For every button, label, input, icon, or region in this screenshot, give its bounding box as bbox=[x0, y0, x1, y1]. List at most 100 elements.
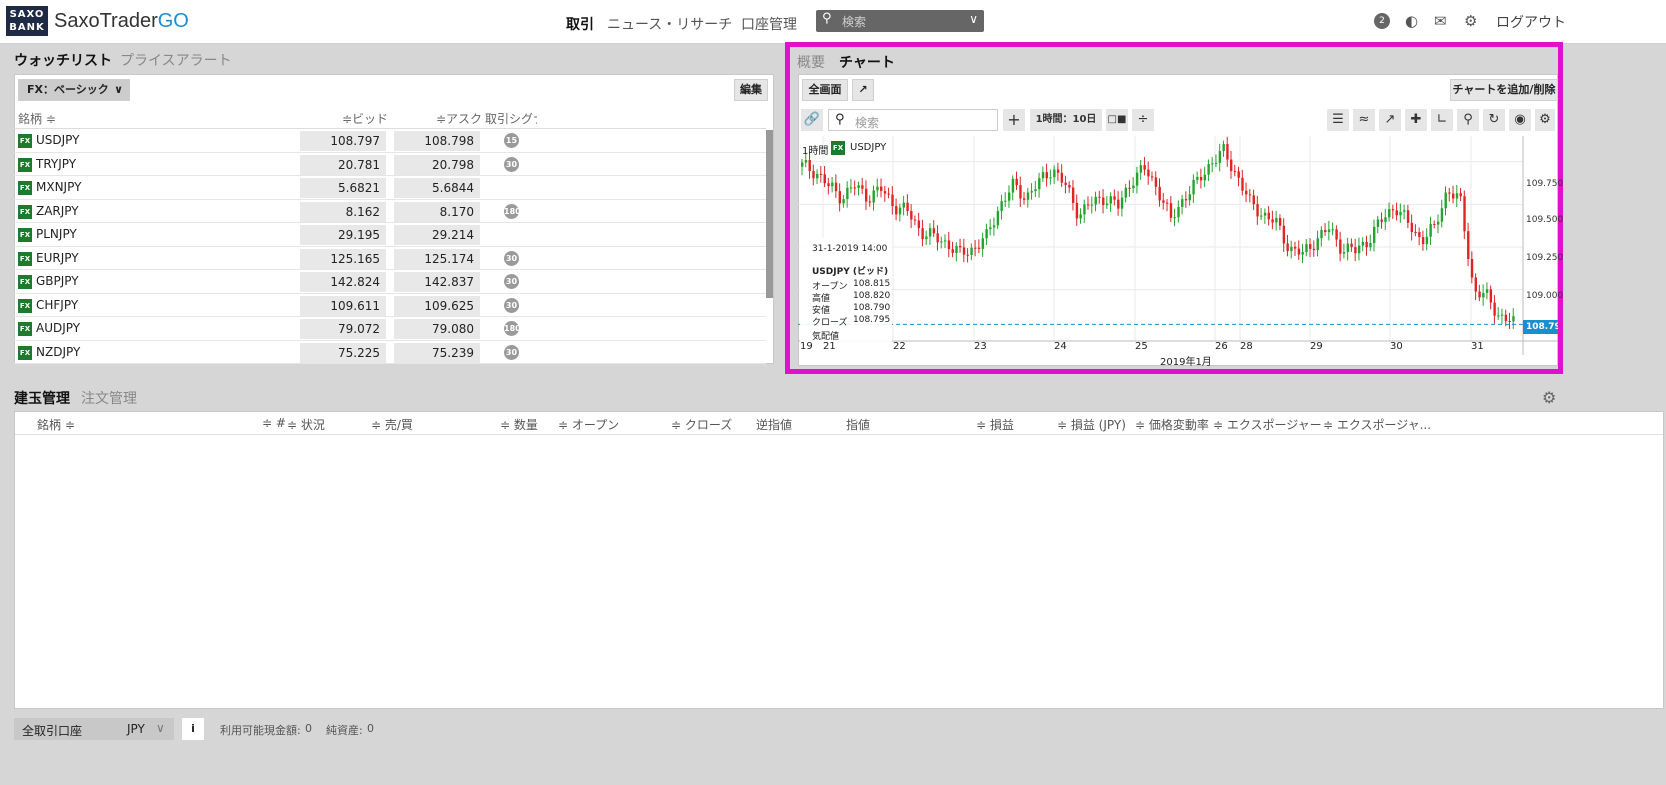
watchlist-row[interactable]: FX EURJPY 125.165 125.174 30 bbox=[14, 247, 766, 270]
col-status[interactable]: ≑ 状況 bbox=[287, 416, 325, 433]
nav-news[interactable]: ニュース・リサーチ bbox=[607, 14, 732, 34]
col-signal[interactable]: 取引シグナル bbox=[485, 110, 537, 127]
col-bid[interactable]: ≑ビッド bbox=[342, 110, 388, 127]
camera-icon[interactable]: ◉ bbox=[1509, 109, 1531, 131]
candle-body bbox=[872, 190, 875, 203]
row-ask[interactable]: 79.080 bbox=[394, 319, 480, 339]
signal-badge[interactable]: 30 bbox=[504, 250, 519, 266]
row-bid[interactable]: 8.162 bbox=[300, 201, 386, 222]
info-icon[interactable]: i bbox=[182, 718, 204, 740]
candlestick-chart[interactable] bbox=[798, 136, 1558, 366]
row-ask[interactable]: 29.214 bbox=[394, 225, 480, 245]
signal-badge[interactable]: 30 bbox=[504, 297, 519, 313]
row-bid[interactable]: 75.225 bbox=[300, 342, 386, 363]
link-icon[interactable]: 🔗 bbox=[801, 109, 823, 131]
logout-link[interactable]: ログアウト bbox=[1496, 12, 1566, 32]
split-icon[interactable]: ÷ bbox=[1132, 109, 1154, 131]
col-close[interactable]: ≑ クローズ bbox=[671, 416, 732, 433]
candle-body bbox=[1373, 226, 1376, 244]
row-ask[interactable]: 20.798 bbox=[394, 154, 480, 175]
candle-body bbox=[1004, 200, 1007, 202]
watchlist-dropdown[interactable]: FX：ベーシック ∨ bbox=[18, 79, 130, 101]
col-pnl[interactable]: ≑ 損益 bbox=[976, 416, 1014, 433]
chart-type-icon[interactable]: □■ bbox=[1106, 109, 1128, 131]
row-bid[interactable]: 20.781 bbox=[300, 154, 386, 175]
col-ask[interactable]: ≑アスク bbox=[436, 110, 482, 127]
signal-badge[interactable]: 180 bbox=[504, 203, 521, 219]
chart-search-input[interactable]: ⚲ 検索 bbox=[828, 109, 998, 131]
timeframe-button[interactable]: 1時間：10日 bbox=[1030, 109, 1102, 131]
account-selector[interactable]: 全取引口座 JPY ∨ bbox=[14, 718, 174, 740]
nav-account[interactable]: 口座管理 bbox=[741, 14, 797, 34]
col-exposure[interactable]: ≑ エクスポージャー bbox=[1213, 416, 1322, 433]
watchlist-row[interactable]: FX ZARJPY 8.162 8.170 180 bbox=[14, 200, 766, 223]
watchlist-row[interactable]: FX AUDJPY 79.072 79.080 180 bbox=[14, 317, 766, 341]
fullscreen-button[interactable]: 全画面 bbox=[802, 79, 848, 101]
watchlist-row[interactable]: FX NZDJPY 75.225 75.239 30 bbox=[14, 341, 766, 364]
row-ask[interactable]: 109.625 bbox=[394, 295, 480, 316]
gear-icon[interactable]: ⚙ bbox=[1535, 109, 1555, 131]
col-pnl-jpy[interactable]: ≑ 損益 (JPY) bbox=[1057, 416, 1126, 433]
tab-positions[interactable]: 建玉管理 bbox=[14, 388, 70, 408]
watchlist-row[interactable]: FX PLNJPY 29.195 29.214 bbox=[14, 223, 766, 247]
col-number[interactable]: ≑ # bbox=[262, 416, 286, 430]
watchlist-row[interactable]: FX CHFJPY 109.611 109.625 30 bbox=[14, 294, 766, 317]
col-symbol[interactable]: 銘柄 ≑ bbox=[37, 416, 75, 433]
mail-icon[interactable]: ✉ bbox=[1434, 12, 1447, 30]
signal-badge[interactable]: 30 bbox=[504, 344, 519, 360]
signal-badge[interactable]: 15 bbox=[504, 133, 519, 148]
notification-badge-icon[interactable]: 2 bbox=[1374, 13, 1390, 29]
fib-icon[interactable]: ∟ bbox=[1431, 109, 1453, 131]
tab-price-alert[interactable]: プライスアラート bbox=[120, 50, 232, 70]
col-stop[interactable]: 逆指値 bbox=[756, 416, 792, 433]
saxo-logo[interactable]: SAXO BANK bbox=[6, 6, 48, 36]
row-bid[interactable]: 108.797 bbox=[300, 131, 386, 151]
watchlist-row[interactable]: FX MXNJPY 5.6821 5.6844 bbox=[14, 176, 766, 200]
add-icon[interactable]: + bbox=[1003, 109, 1025, 131]
watchlist-row[interactable]: FX GBPJPY 142.824 142.837 30 bbox=[14, 270, 766, 294]
tab-chart[interactable]: チャート bbox=[839, 52, 895, 72]
add-remove-chart-button[interactable]: チャートを追加/削除 bbox=[1450, 79, 1558, 101]
col-exposure-2[interactable]: ≑ エクスポージャ... bbox=[1323, 416, 1431, 433]
watchlist-row[interactable]: FX TRYJPY 20.781 20.798 30 bbox=[14, 153, 766, 176]
row-bid[interactable]: 5.6821 bbox=[300, 178, 386, 198]
signal-badge[interactable]: 30 bbox=[504, 274, 519, 289]
studies-icon[interactable]: ≈ bbox=[1353, 109, 1375, 131]
zoom-icon[interactable]: ⚲ bbox=[1457, 109, 1479, 131]
col-side[interactable]: ≑ 売/買 bbox=[371, 416, 413, 433]
col-price-change[interactable]: ≑ 価格変動率 bbox=[1135, 416, 1209, 433]
trendline-icon[interactable]: ↗ bbox=[1379, 109, 1401, 131]
row-ask[interactable]: 108.798 bbox=[394, 131, 480, 151]
reset-icon[interactable]: ↻ bbox=[1483, 109, 1505, 131]
tab-watchlist[interactable]: ウォッチリスト bbox=[14, 50, 112, 70]
theme-toggle-icon[interactable]: ◐ bbox=[1405, 12, 1418, 30]
row-ask[interactable]: 8.170 bbox=[394, 201, 480, 222]
crosshair-icon[interactable]: ✚ bbox=[1405, 109, 1427, 131]
watchlist-scrollbar[interactable] bbox=[766, 130, 773, 298]
row-ask[interactable]: 75.239 bbox=[394, 342, 480, 363]
watchlist-row[interactable]: FX USDJPY 108.797 108.798 15 bbox=[14, 129, 766, 153]
col-symbol[interactable]: 銘柄 ≑ bbox=[18, 110, 56, 127]
gear-icon[interactable]: ⚙ bbox=[1542, 388, 1556, 407]
global-search[interactable]: ⚲ 検索 ∨ bbox=[816, 10, 984, 32]
col-open[interactable]: ≑ オープン bbox=[558, 416, 619, 433]
popout-icon[interactable]: ↗ bbox=[852, 79, 874, 101]
row-bid[interactable]: 109.611 bbox=[300, 295, 386, 316]
row-bid[interactable]: 79.072 bbox=[300, 319, 386, 339]
signal-badge[interactable]: 30 bbox=[504, 156, 519, 172]
row-bid[interactable]: 142.824 bbox=[300, 272, 386, 292]
col-amount[interactable]: ≑ 数量 bbox=[500, 416, 538, 433]
nav-trade[interactable]: 取引 bbox=[566, 14, 594, 34]
tab-orders[interactable]: 注文管理 bbox=[81, 388, 137, 408]
gear-icon[interactable]: ⚙ bbox=[1464, 12, 1477, 30]
row-ask[interactable]: 125.174 bbox=[394, 248, 480, 269]
col-limit[interactable]: 指値 bbox=[846, 416, 870, 433]
row-bid[interactable]: 29.195 bbox=[300, 225, 386, 245]
edit-button[interactable]: 編集 bbox=[734, 79, 768, 101]
row-ask[interactable]: 142.837 bbox=[394, 272, 480, 292]
signal-badge[interactable]: 180 bbox=[504, 321, 521, 336]
tab-overview[interactable]: 概要 bbox=[797, 52, 825, 72]
row-bid[interactable]: 125.165 bbox=[300, 248, 386, 269]
row-ask[interactable]: 5.6844 bbox=[394, 178, 480, 198]
indicators-icon[interactable]: ☰ bbox=[1327, 109, 1349, 131]
